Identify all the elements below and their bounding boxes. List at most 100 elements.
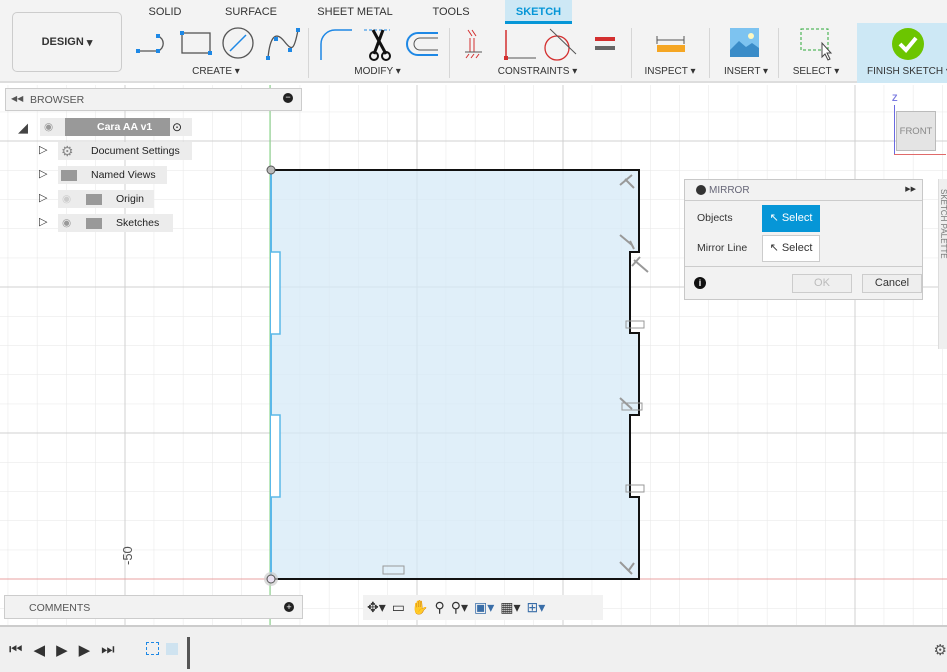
workspace-switcher[interactable]: DESIGN ▾ <box>12 12 122 72</box>
cursor-icon: ↖ <box>769 242 779 254</box>
viewports-icon[interactable]: ⊞▾ <box>527 599 546 616</box>
expand-icon[interactable]: ▷ <box>39 167 47 180</box>
constraints-label: CONSTRAINTS <box>497 66 570 77</box>
modify-tools[interactable] <box>318 26 443 62</box>
divider <box>778 28 779 78</box>
finish-sketch-button[interactable]: FINISH SKETCH ▾ <box>857 23 947 83</box>
tab-tools[interactable]: TOOLS <box>424 0 478 24</box>
toolbar-ribbon: SOLID SURFACE SHEET METAL TOOLS SKETCH D… <box>0 0 947 83</box>
divider <box>685 266 922 267</box>
settings-gear-icon[interactable]: ⚙ <box>934 641 947 659</box>
sketch-feature-icon[interactable] <box>146 642 159 655</box>
item-label: Origin <box>116 193 145 205</box>
sketch-profile[interactable] <box>270 169 640 580</box>
zoom-window-icon[interactable]: ⚲▾ <box>451 599 468 616</box>
trim-icon <box>364 29 391 61</box>
browser-title: BROWSER <box>30 94 85 106</box>
finish-sketch-label: FINISH SKETCH ▾ <box>867 66 947 77</box>
minimize-icon[interactable] <box>696 185 706 195</box>
expand-icon[interactable]: ▷ <box>39 215 47 228</box>
divider <box>308 28 309 78</box>
zoom-icon[interactable]: ⚲ <box>434 599 444 616</box>
insert-label: INSERT <box>723 66 761 77</box>
divider <box>709 28 710 78</box>
ok-button[interactable]: OK <box>792 274 852 293</box>
eye-icon[interactable]: ◉ <box>44 118 53 136</box>
play-icon[interactable]: ▶ <box>56 641 68 659</box>
modify-menu[interactable]: MODIFY ▾ <box>350 66 405 77</box>
sketch-point[interactable] <box>266 165 276 175</box>
display-settings-icon[interactable]: ▣▾ <box>474 599 494 616</box>
browser-root[interactable]: ◉ Cara AA v1 ⊙ <box>40 118 192 136</box>
item-label: Named Views <box>91 169 156 181</box>
create-menu[interactable]: CREATE ▾ <box>185 66 247 77</box>
dimension-label: -50 <box>120 546 135 565</box>
expand-icon[interactable]: ▷ <box>39 191 47 204</box>
sketch-palette-collapsed[interactable]: SKETCH PALETTE <box>938 179 947 349</box>
insert-menu[interactable]: INSERT ▾ <box>720 66 772 77</box>
folder-icon <box>61 170 77 181</box>
activate-radio-icon[interactable]: ⊙ <box>172 118 182 136</box>
mirror-line-label: Mirror Line <box>697 242 748 254</box>
timeline-marker[interactable] <box>187 637 190 669</box>
add-comment-icon[interactable]: + <box>284 602 294 612</box>
collapse-triangle-icon[interactable]: ◢ <box>18 120 28 136</box>
look-at-icon[interactable]: ▭ <box>392 599 405 616</box>
browser-item-named-views[interactable]: Named Views <box>58 166 167 184</box>
info-icon[interactable]: i <box>694 277 706 289</box>
create-tools[interactable] <box>134 26 304 62</box>
folder-icon <box>86 194 102 205</box>
collapse-icon[interactable]: ◀◀ <box>11 94 23 103</box>
circle-icon <box>222 27 254 59</box>
root-label: Cara AA v1 <box>65 118 170 136</box>
pan-hand-icon[interactable]: ✋ <box>411 599 428 616</box>
tab-sheet-metal[interactable]: SHEET METAL <box>312 0 398 24</box>
tab-sketch[interactable]: SKETCH <box>505 0 572 24</box>
tab-surface[interactable]: SURFACE <box>220 0 282 24</box>
eye-icon[interactable]: ◉ <box>62 214 71 232</box>
view-cube-front[interactable]: FRONT <box>896 111 936 151</box>
mirror-line-select-button[interactable]: ↖ Select <box>762 235 820 262</box>
item-label: Sketches <box>116 217 160 229</box>
skip-to-end-icon[interactable]: ⏭ <box>101 641 115 659</box>
offset-icon <box>406 32 438 56</box>
inspect-label: INSPECT <box>644 66 688 77</box>
measure-icon[interactable] <box>655 34 687 54</box>
sketch-point[interactable] <box>266 574 276 584</box>
orbit-icon[interactable]: ✥▾ <box>367 599 386 616</box>
grid-settings-icon[interactable]: ▦▾ <box>500 599 520 616</box>
expand-dialog-icon[interactable]: ▶▶ <box>905 185 916 193</box>
skip-to-start-icon[interactable]: ⏮ <box>9 641 23 659</box>
browser-header[interactable]: ◀◀ BROWSER − <box>5 88 302 111</box>
comments-panel[interactable]: COMMENTS + <box>4 595 303 619</box>
objects-label: Objects <box>697 212 733 224</box>
insert-image-icon[interactable] <box>730 28 760 58</box>
browser-item-origin[interactable]: ◉ Origin <box>58 190 154 208</box>
browser-item-document-settings[interactable]: ⚙ Document Settings <box>58 142 192 160</box>
tab-solid[interactable]: SOLID <box>140 0 190 24</box>
horizontal-vertical-constraint-icon <box>465 29 482 59</box>
workspace-label: DESIGN <box>41 36 84 48</box>
constraint-tools[interactable] <box>462 26 622 62</box>
browser-item-sketches[interactable]: ◉ Sketches <box>58 214 173 232</box>
create-label: CREATE <box>192 66 232 77</box>
extrude-feature-icon[interactable] <box>166 643 178 655</box>
minimize-icon[interactable]: − <box>283 93 293 103</box>
rectangle-icon <box>180 31 212 55</box>
eye-hidden-icon[interactable]: ◉ <box>62 190 71 208</box>
view-cube[interactable]: Z FRONT <box>886 93 947 163</box>
step-forward-icon[interactable]: ▶ <box>79 641 91 659</box>
cancel-button[interactable]: Cancel <box>862 274 922 293</box>
inspect-menu[interactable]: INSPECT ▾ <box>642 66 698 77</box>
item-label: Document Settings <box>91 145 180 157</box>
step-back-icon[interactable]: ◀ <box>34 641 46 659</box>
constraints-menu[interactable]: CONSTRAINTS ▾ <box>495 66 580 77</box>
z-axis-line <box>894 105 895 155</box>
mirror-header[interactable]: MIRROR ▶▶ <box>685 180 922 201</box>
select-window-icon[interactable] <box>799 27 835 61</box>
expand-icon[interactable]: ▷ <box>39 143 47 156</box>
timeline-controls: ⏮ ◀ ▶ ▶ ⏭ <box>9 641 115 659</box>
objects-select-button[interactable]: ↖ Select <box>762 205 820 232</box>
select-menu[interactable]: SELECT ▾ <box>790 66 842 77</box>
sketch-palette-label: SKETCH PALETTE <box>939 189 947 259</box>
